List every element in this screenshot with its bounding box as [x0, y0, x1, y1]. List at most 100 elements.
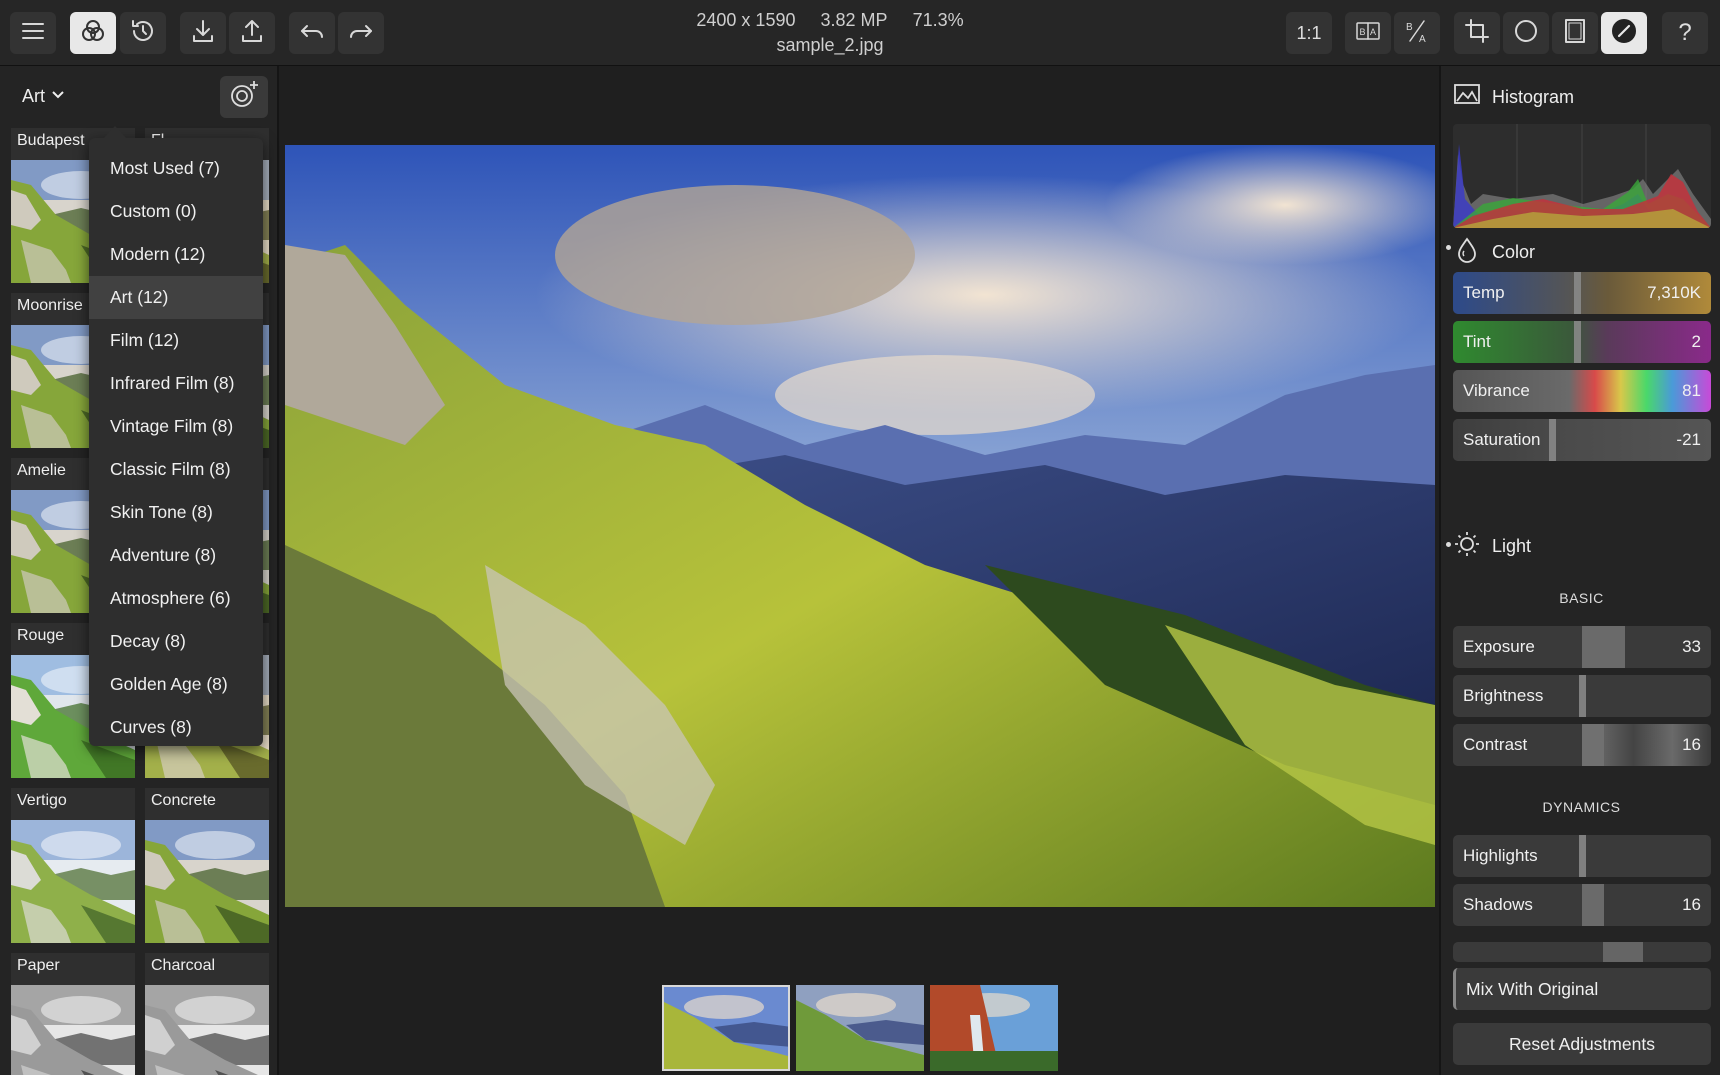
crop-button[interactable] — [1454, 12, 1500, 54]
export-button[interactable] — [229, 12, 275, 54]
filter-name: Charcoal — [151, 957, 216, 974]
adjust-icon — [1610, 17, 1638, 50]
undo-button[interactable] — [289, 12, 335, 54]
slider-value: 16 — [1682, 735, 1701, 754]
filter-card[interactable]: Charcoal — [145, 953, 269, 1075]
compare-icon: BA — [1354, 17, 1382, 50]
slider-knob[interactable] — [1574, 272, 1581, 314]
vignette-icon — [1512, 17, 1540, 50]
filters-button[interactable] — [70, 12, 116, 54]
filter-name: Vertigo — [17, 792, 67, 809]
history-button[interactable] — [120, 12, 166, 54]
filter-card[interactable]: Concrete — [145, 788, 269, 943]
menu-item[interactable]: Curves (8) — [89, 706, 263, 749]
adjustment-slider[interactable]: Exposure 33 — [1453, 626, 1711, 668]
zoom-1to1-button[interactable]: 1:1 — [1286, 12, 1332, 54]
reset-adjustments-button[interactable]: Reset Adjustments — [1453, 1023, 1711, 1065]
filter-card[interactable]: Vertigo — [11, 788, 135, 943]
category-menu: Most Used (7) Custom (0) Modern (12) Art (1… — [89, 138, 263, 746]
import-button[interactable] — [180, 12, 226, 54]
basic-title: BASIC — [1559, 590, 1604, 606]
history-icon — [129, 17, 157, 50]
menu-item[interactable]: Classic Film (8) — [89, 448, 263, 491]
menu-icon — [19, 17, 47, 50]
undo-icon — [298, 17, 326, 50]
help-icon: ? — [1678, 19, 1692, 46]
adjustment-slider[interactable]: Shadows 16 — [1453, 884, 1711, 926]
menu-item[interactable]: Infrared Film (8) — [89, 362, 263, 405]
compare-ba-button[interactable]: BA — [1345, 12, 1391, 54]
menu-item[interactable]: Skin Tone (8) — [89, 491, 263, 534]
histogram-icon — [1453, 80, 1481, 108]
svg-text:B: B — [1406, 22, 1413, 33]
vignette-button[interactable] — [1503, 12, 1549, 54]
slider-fill — [1582, 626, 1625, 668]
main-photo[interactable] — [285, 145, 1435, 907]
menu-item[interactable]: Vintage Film (8) — [89, 405, 263, 448]
adjustment-slider[interactable]: Vibrance 81 — [1453, 370, 1711, 412]
filter-name: Amelie — [17, 462, 66, 479]
image-filename: sample_2.jpg — [776, 35, 884, 55]
strip-thumbnail[interactable] — [662, 985, 790, 1071]
adjustment-slider[interactable]: Brightness — [1453, 675, 1711, 717]
menu-item[interactable]: Decay (8) — [89, 620, 263, 663]
dynamics-title: DYNAMICS — [1542, 799, 1621, 815]
slider-track — [1453, 321, 1711, 363]
slider-label: Saturation — [1463, 430, 1541, 449]
slider-knob[interactable] — [1574, 321, 1581, 363]
add-custom-filter-button[interactable] — [220, 76, 268, 118]
svg-text:B: B — [1360, 27, 1366, 37]
frame-button[interactable] — [1552, 12, 1598, 54]
menu-item[interactable]: Custom (0) — [89, 190, 263, 233]
export-icon — [238, 17, 266, 50]
import-icon — [189, 17, 217, 50]
filters-icon — [79, 17, 107, 50]
menu-button[interactable] — [10, 12, 56, 54]
slider-label: Shadows — [1463, 895, 1533, 914]
adjustment-slider[interactable]: Temp 7,310K — [1453, 272, 1711, 314]
slider-value: 2 — [1691, 332, 1701, 351]
menu-item[interactable]: Art (12) — [89, 276, 263, 319]
histogram-chart — [1453, 124, 1711, 228]
adjust-button[interactable] — [1601, 12, 1647, 54]
menu-item[interactable]: Golden Age (8) — [89, 663, 263, 706]
reset-adjustments-label: Reset Adjustments — [1509, 1034, 1655, 1054]
image-megapixels: 3.82 MP — [820, 10, 888, 30]
slider-knob[interactable] — [1579, 675, 1586, 717]
adjustment-slider[interactable]: Highlights — [1453, 835, 1711, 877]
slider-value: 16 — [1682, 895, 1701, 914]
compare-split-button[interactable]: BA — [1394, 12, 1440, 54]
filter-thumbnail — [11, 820, 135, 943]
zoom-1to1-label: 1:1 — [1296, 22, 1322, 43]
svg-text:A: A — [1370, 27, 1376, 37]
slider-label: Highlights — [1463, 846, 1538, 865]
sun-icon — [1453, 530, 1481, 558]
partial-slider-knob[interactable] — [1603, 942, 1643, 962]
slider-value: 7,310K — [1647, 283, 1701, 302]
adjustment-slider[interactable]: Contrast 16 — [1453, 724, 1711, 766]
menu-item[interactable]: Adventure (8) — [89, 534, 263, 577]
menu-item[interactable]: Film (12) — [89, 319, 263, 362]
strip-thumbnail[interactable] — [796, 985, 924, 1071]
menu-item[interactable]: Most Used (7) — [89, 147, 263, 190]
help-button[interactable]: ? — [1662, 12, 1708, 54]
adjustment-slider[interactable]: Saturation -21 — [1453, 419, 1711, 461]
slider-value: 33 — [1682, 637, 1701, 656]
filter-card[interactable]: Paper — [11, 953, 135, 1075]
color-section-dot — [1446, 245, 1451, 250]
slider-knob[interactable] — [1579, 835, 1586, 877]
filter-name: Moonrise — [17, 297, 83, 314]
mix-with-original-slider[interactable]: Mix With Original — [1453, 968, 1711, 1010]
adjustment-slider[interactable]: Tint 2 — [1453, 321, 1711, 363]
histogram-title: Histogram — [1492, 87, 1575, 107]
filter-name: Paper — [17, 957, 60, 974]
filter-name: Concrete — [151, 792, 216, 809]
menu-item[interactable]: Modern (12) — [89, 233, 263, 276]
slider-knob[interactable] — [1549, 419, 1556, 461]
strip-thumbnail[interactable] — [930, 985, 1058, 1071]
redo-button[interactable] — [338, 12, 384, 54]
slider-value: 81 — [1682, 381, 1701, 400]
partial-slider[interactable] — [1453, 942, 1711, 962]
category-select[interactable]: Art — [22, 86, 65, 107]
menu-item[interactable]: Atmosphere (6) — [89, 577, 263, 620]
